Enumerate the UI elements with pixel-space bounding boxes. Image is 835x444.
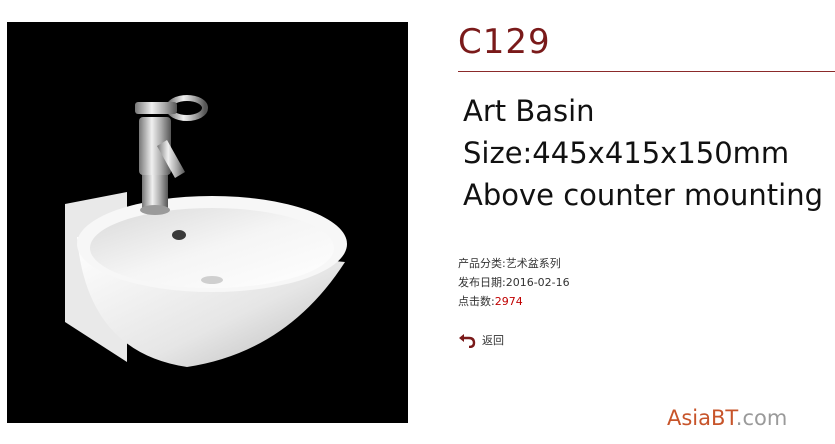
date-row: 发布日期:2016-02-16 [458, 273, 570, 292]
category-label: 产品分类: [458, 257, 506, 270]
watermark: AsiaBT.com [667, 406, 787, 430]
category-link[interactable]: 艺术盆系列 [506, 257, 561, 270]
hits-label: 点击数: [458, 295, 495, 308]
product-meta: 产品分类:艺术盆系列 发布日期:2016-02-16 点击数:2974 [458, 254, 570, 311]
return-arrow-icon [459, 334, 476, 348]
watermark-brand: AsiaBT [667, 406, 736, 430]
date-label: 发布日期: [458, 276, 506, 289]
product-description: Art Basin Size:445x415x150mm Above count… [463, 90, 835, 216]
product-image [7, 22, 408, 423]
hits-value: 2974 [494, 295, 523, 308]
title-divider [458, 71, 835, 72]
back-label: 返回 [482, 334, 504, 347]
date-value: 2016-02-16 [505, 276, 570, 289]
product-name: Art Basin [463, 94, 595, 128]
product-size: Size:445x415x150mm [463, 136, 790, 170]
watermark-suffix: .com [735, 406, 788, 430]
hits-row: 点击数:2974 [458, 292, 570, 311]
product-code: C129 [458, 22, 551, 62]
product-mounting: Above counter mounting [463, 178, 823, 212]
back-link[interactable]: 返回 [458, 332, 504, 348]
category-row: 产品分类:艺术盆系列 [458, 254, 570, 273]
